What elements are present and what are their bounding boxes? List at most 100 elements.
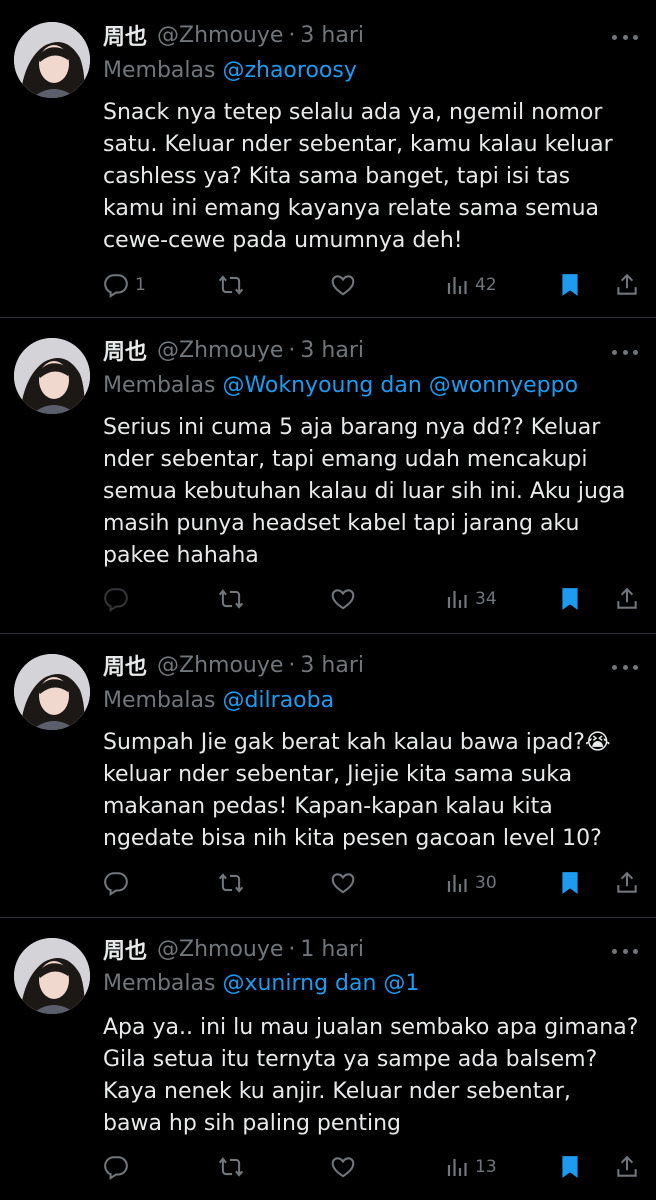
- heart-icon: [331, 873, 355, 894]
- display-name[interactable]: 周也: [103, 933, 147, 965]
- bookmark-button[interactable]: [559, 1150, 581, 1184]
- replying-to-label: Membalas: [103, 58, 216, 83]
- retweet-button[interactable]: [217, 1150, 245, 1184]
- share-button[interactable]: [614, 582, 640, 616]
- bookmark-icon: [562, 1156, 578, 1178]
- display-name[interactable]: 周也: [103, 334, 147, 366]
- more-options-icon[interactable]: [612, 942, 638, 960]
- user-handle[interactable]: @Zhmouye: [157, 338, 283, 363]
- heart-icon: [331, 275, 355, 296]
- retweet-button[interactable]: [217, 866, 245, 900]
- timestamp[interactable]: 3 hari: [300, 653, 364, 678]
- share-icon: [617, 871, 637, 893]
- separator-dot: ·: [288, 22, 296, 48]
- views-button[interactable]: 34: [445, 582, 497, 616]
- views-icon: [447, 591, 467, 608]
- share-button[interactable]: [614, 1150, 640, 1184]
- tweet[interactable]: 周也 @Zhmouye · 3 hari Membalas @zhaoroosy…: [0, 0, 656, 318]
- replying-to-label: Membalas: [103, 688, 216, 713]
- reply-feed: 周也 @Zhmouye · 3 hari Membalas @zhaoroosy…: [0, 0, 656, 1200]
- separator-dot: ·: [288, 652, 296, 678]
- bookmark-button[interactable]: [559, 866, 581, 900]
- tweet-header: 周也 @Zhmouye · 3 hari: [103, 334, 364, 366]
- replying-to: Membalas @dilraoba: [103, 688, 334, 713]
- user-handle[interactable]: @Zhmouye: [157, 23, 283, 48]
- retweet-icon: [218, 275, 244, 295]
- retweet-button[interactable]: [217, 582, 245, 616]
- reply-icon: [104, 274, 128, 298]
- tweet[interactable]: 周也 @Zhmouye · 3 hari Membalas @Woknyoung…: [0, 318, 656, 634]
- retweet-icon: [218, 1157, 244, 1177]
- tweet-text: Apa ya.. ini lu mau jualan sembako apa g…: [103, 1015, 639, 1136]
- user-handle[interactable]: @Zhmouye: [157, 937, 283, 962]
- avatar[interactable]: [14, 338, 90, 414]
- tweet[interactable]: 周也 @Zhmouye · 3 hari Membalas @dilraoba …: [0, 634, 656, 918]
- more-options-icon[interactable]: [612, 658, 638, 676]
- action-bar: 1 42: [0, 268, 656, 302]
- retweet-icon: [218, 589, 244, 609]
- views-icon: [447, 875, 467, 892]
- mention-link[interactable]: @xunirng dan @1: [222, 971, 419, 996]
- reply-button[interactable]: [103, 582, 129, 616]
- retweet-button[interactable]: [217, 268, 245, 302]
- action-bar: 34: [0, 582, 656, 616]
- timestamp[interactable]: 1 hari: [300, 937, 364, 962]
- more-options-icon[interactable]: [612, 343, 638, 361]
- tweet-header: 周也 @Zhmouye · 1 hari: [103, 933, 364, 965]
- tweet[interactable]: 周也 @Zhmouye · 1 hari Membalas @xunirng d…: [0, 918, 656, 1200]
- bookmark-icon: [562, 588, 578, 610]
- views-icon: [447, 277, 467, 294]
- reply-button[interactable]: [103, 1150, 129, 1184]
- mention-link[interactable]: @Woknyoung dan @wonnyeppo: [222, 373, 578, 398]
- replying-to-label: Membalas: [103, 373, 216, 398]
- share-button[interactable]: [614, 268, 640, 302]
- tweet-header: 周也 @Zhmouye · 3 hari: [103, 649, 364, 681]
- replying-to-label: Membalas: [103, 971, 216, 996]
- view-count: 42: [475, 275, 497, 295]
- view-count: 13: [475, 1157, 497, 1177]
- action-bar: 30: [0, 866, 656, 900]
- bookmark-button[interactable]: [559, 268, 581, 302]
- bookmark-icon: [562, 872, 578, 894]
- share-button[interactable]: [614, 866, 640, 900]
- views-button[interactable]: 42: [445, 268, 497, 302]
- separator-dot: ·: [288, 936, 296, 962]
- views-button[interactable]: 30: [445, 866, 497, 900]
- user-handle[interactable]: @Zhmouye: [157, 653, 283, 678]
- more-options-icon[interactable]: [612, 28, 638, 46]
- tweet-text: Serius ini cuma 5 aja barang nya dd?? Ke…: [103, 415, 626, 568]
- like-button[interactable]: [330, 1150, 356, 1184]
- replying-to: Membalas @Woknyoung dan @wonnyeppo: [103, 373, 578, 398]
- bookmark-button[interactable]: [559, 582, 581, 616]
- reply-button[interactable]: [103, 866, 129, 900]
- display-name[interactable]: 周也: [103, 19, 147, 51]
- heart-icon: [331, 1157, 355, 1178]
- reply-icon: [104, 588, 128, 612]
- timestamp[interactable]: 3 hari: [300, 23, 364, 48]
- like-button[interactable]: [330, 268, 356, 302]
- separator-dot: ·: [288, 337, 296, 363]
- action-bar: 13: [0, 1150, 656, 1184]
- bookmark-icon: [562, 274, 578, 296]
- mention-link[interactable]: @dilraoba: [222, 688, 334, 713]
- views-icon: [447, 1159, 467, 1176]
- timestamp[interactable]: 3 hari: [300, 338, 364, 363]
- mention-link[interactable]: @zhaoroosy: [222, 58, 356, 83]
- reply-count: 1: [135, 275, 146, 295]
- replying-to: Membalas @zhaoroosy: [103, 58, 357, 83]
- display-name[interactable]: 周也: [103, 649, 147, 681]
- avatar[interactable]: [14, 22, 90, 98]
- reply-button[interactable]: 1: [103, 268, 146, 302]
- retweet-icon: [218, 873, 244, 893]
- reply-icon: [104, 872, 128, 896]
- views-button[interactable]: 13: [445, 1150, 497, 1184]
- tweet-text: Sumpah Jie gak berat kah kalau bawa ipad…: [103, 730, 611, 851]
- replying-to: Membalas @xunirng dan @1: [103, 971, 419, 996]
- like-button[interactable]: [330, 582, 356, 616]
- avatar[interactable]: [14, 654, 90, 730]
- tweet-text: Snack nya tetep selalu ada ya, ngemil no…: [103, 100, 613, 253]
- like-button[interactable]: [330, 866, 356, 900]
- avatar[interactable]: [14, 938, 90, 1014]
- share-icon: [617, 1155, 637, 1177]
- reply-icon: [104, 1156, 128, 1180]
